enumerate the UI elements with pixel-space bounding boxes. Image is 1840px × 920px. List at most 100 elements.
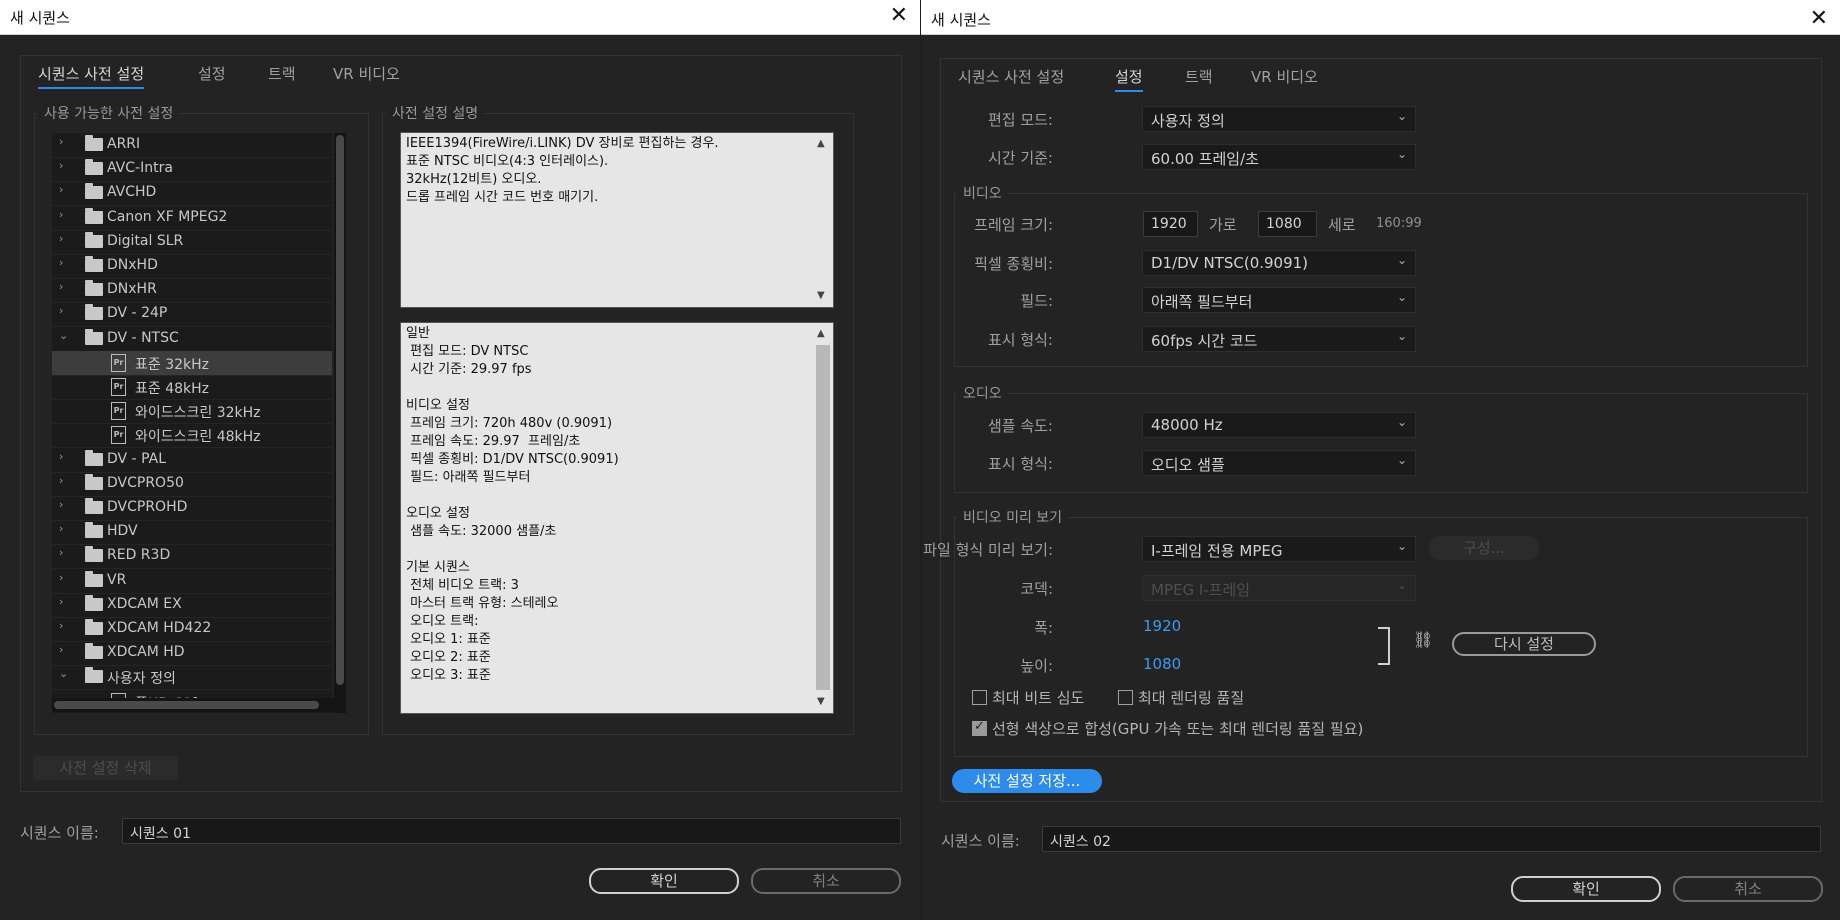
- right-sequence-name-input[interactable]: 시퀀스 02: [1042, 826, 1821, 852]
- preview-width-label: 폭:: [1034, 619, 1053, 637]
- audio-display-format-select[interactable]: 오디오 샘플 ⌄: [1142, 450, 1416, 476]
- chevron-down-icon[interactable]: ⌄: [59, 329, 68, 342]
- tree-item-label: ARRI: [107, 136, 141, 152]
- delete-preset-button[interactable]: 사전 설정 삭제: [33, 756, 178, 780]
- tree-folder-row[interactable]: ⌄ DV - NTSC: [52, 327, 332, 352]
- preset-tree[interactable]: › ARRI › AVC-Intra › AVCHD › Canon XF MPEG2 › Dig…: [52, 133, 332, 713]
- chevron-right-icon[interactable]: ›: [59, 232, 63, 245]
- tree-folder-row[interactable]: › HDV: [52, 520, 332, 546]
- preview-width-value[interactable]: 1920: [1143, 617, 1181, 635]
- tree-horizontal-scrollbar[interactable]: [52, 698, 334, 712]
- frame-height-value: 1080: [1266, 216, 1302, 232]
- tree-folder-row[interactable]: › AVCHD: [52, 181, 332, 207]
- tree-folder-row[interactable]: ⌄ 사용자 정의: [52, 665, 332, 691]
- pixel-aspect-select[interactable]: D1/DV NTSC(0.9091) ⌄: [1142, 250, 1416, 276]
- left-tab-vr-video[interactable]: VR 비디오: [333, 63, 400, 84]
- tree-folder-row[interactable]: › DNxHR: [52, 278, 332, 304]
- preview-format-select[interactable]: I-프레임 전용 MPEG ⌄: [1142, 536, 1416, 562]
- tree-folder-row[interactable]: › ARRI: [52, 133, 332, 158]
- right-ok-button[interactable]: 확인: [1511, 876, 1661, 902]
- left-tab-tracks[interactable]: 트랙: [268, 63, 296, 84]
- chevron-right-icon[interactable]: ›: [59, 135, 63, 148]
- right-close-icon[interactable]: ✕: [1810, 6, 1828, 31]
- chevron-right-icon[interactable]: ›: [59, 546, 63, 559]
- tree-folder-row[interactable]: › AVC-Intra: [52, 157, 332, 183]
- chevron-right-icon[interactable]: ›: [59, 304, 63, 317]
- sample-rate-select[interactable]: 48000 Hz ⌄: [1142, 412, 1416, 438]
- edit-mode-value: 사용자 정의: [1151, 112, 1225, 130]
- scroll-up-icon[interactable]: ▲: [817, 135, 825, 153]
- left-ok-button[interactable]: 확인: [589, 868, 739, 894]
- frame-width-input[interactable]: 1920: [1143, 211, 1198, 237]
- linear-color-checkbox[interactable]: [972, 719, 987, 736]
- chevron-right-icon[interactable]: ›: [59, 571, 63, 584]
- chevron-right-icon[interactable]: ›: [59, 183, 63, 196]
- tree-item-label: XDCAM HD: [107, 644, 185, 661]
- chevron-right-icon[interactable]: ›: [59, 256, 63, 269]
- tree-folder-row[interactable]: › Digital SLR: [52, 230, 332, 255]
- save-preset-button[interactable]: 사전 설정 저장...: [952, 769, 1102, 793]
- scroll-down-icon[interactable]: ▼: [817, 287, 825, 305]
- tree-preset-row[interactable]: Pr 와이드스크린 48kHz: [52, 423, 332, 449]
- left-tab-settings[interactable]: 설정: [198, 63, 226, 84]
- reset-button[interactable]: 다시 설정: [1452, 632, 1596, 656]
- right-tab-vr-video[interactable]: VR 비디오: [1251, 66, 1318, 87]
- description-scrollbar[interactable]: ▲ ▼: [813, 133, 833, 307]
- chevron-right-icon[interactable]: ›: [59, 474, 63, 487]
- folder-icon: [85, 159, 103, 176]
- left-sequence-name-input[interactable]: 시퀀스 01: [122, 818, 901, 844]
- configure-button[interactable]: 구성...: [1429, 536, 1539, 560]
- chevron-right-icon[interactable]: ›: [59, 522, 63, 535]
- tree-folder-row[interactable]: › XDCAM HD422: [52, 617, 332, 642]
- tree-preset-row[interactable]: Pr 표준 48kHz: [52, 375, 332, 400]
- codec-select[interactable]: MPEG I-프레임 ⌄: [1142, 575, 1416, 601]
- folder-icon: [85, 280, 103, 297]
- chevron-right-icon[interactable]: ›: [59, 643, 63, 656]
- preview-height-value[interactable]: 1080: [1143, 655, 1181, 673]
- details-scroll-thumb[interactable]: [816, 345, 830, 690]
- video-section-label: 비디오: [957, 183, 1008, 203]
- tree-scroll-thumb[interactable]: [336, 135, 344, 685]
- chevron-right-icon[interactable]: ›: [59, 208, 63, 221]
- tree-folder-row[interactable]: › VR: [52, 569, 332, 594]
- tree-folder-row[interactable]: › Canon XF MPEG2: [52, 206, 332, 231]
- max-render-quality-checkbox[interactable]: [1118, 690, 1133, 705]
- left-cancel-button[interactable]: 취소: [751, 868, 901, 894]
- fields-select[interactable]: 아래쪽 필드부터 ⌄: [1142, 287, 1416, 313]
- frame-height-input[interactable]: 1080: [1258, 211, 1317, 237]
- chain-link-icon[interactable]: ⛓: [1413, 630, 1433, 649]
- scroll-down-icon[interactable]: ▼: [817, 693, 825, 711]
- chevron-right-icon[interactable]: ›: [59, 450, 63, 463]
- timebase-select[interactable]: 60.00 프레임/초 ⌄: [1142, 144, 1416, 170]
- chevron-down-icon[interactable]: ⌄: [59, 667, 68, 680]
- tree-folder-row[interactable]: › DV - 24P: [52, 302, 332, 328]
- details-scrollbar[interactable]: ▲ ▼: [813, 323, 833, 713]
- tree-folder-row[interactable]: › DV - PAL: [52, 448, 332, 473]
- tree-preset-row[interactable]: Pr 표준 32kHz: [52, 350, 332, 376]
- video-display-format-select[interactable]: 60fps 시간 코드 ⌄: [1142, 326, 1416, 352]
- max-bit-depth-checkbox[interactable]: [972, 690, 987, 705]
- tree-folder-row[interactable]: › XDCAM EX: [52, 593, 332, 618]
- tree-folder-row[interactable]: › DVCPRO50: [52, 472, 332, 497]
- edit-mode-select[interactable]: 사용자 정의 ⌄: [1142, 106, 1416, 132]
- tree-hscroll-thumb[interactable]: [54, 701, 319, 709]
- right-cancel-button[interactable]: 취소: [1673, 876, 1823, 902]
- chevron-right-icon[interactable]: ›: [59, 280, 63, 293]
- tree-folder-row[interactable]: › RED R3D: [52, 544, 332, 570]
- left-close-icon[interactable]: ✕: [890, 3, 908, 28]
- chevron-right-icon[interactable]: ›: [59, 619, 63, 632]
- chevron-right-icon[interactable]: ›: [59, 159, 63, 172]
- chevron-right-icon[interactable]: ›: [59, 595, 63, 608]
- tree-vertical-scrollbar[interactable]: [334, 133, 346, 713]
- right-tab-settings[interactable]: 설정: [1115, 66, 1143, 92]
- tree-folder-row[interactable]: › XDCAM HD: [52, 641, 332, 667]
- right-tab-presets[interactable]: 시퀀스 사전 설정: [958, 66, 1064, 87]
- right-tab-tracks[interactable]: 트랙: [1185, 66, 1213, 87]
- left-tab-presets[interactable]: 시퀀스 사전 설정: [38, 63, 145, 89]
- tree-item-label: DV - 24P: [107, 305, 168, 322]
- tree-folder-row[interactable]: › DVCPROHD: [52, 496, 332, 521]
- tree-preset-row[interactable]: Pr 와이드스크린 32kHz: [52, 399, 332, 425]
- tree-folder-row[interactable]: › DNxHD: [52, 254, 332, 279]
- chevron-right-icon[interactable]: ›: [59, 498, 63, 511]
- scroll-up-icon[interactable]: ▲: [817, 325, 825, 343]
